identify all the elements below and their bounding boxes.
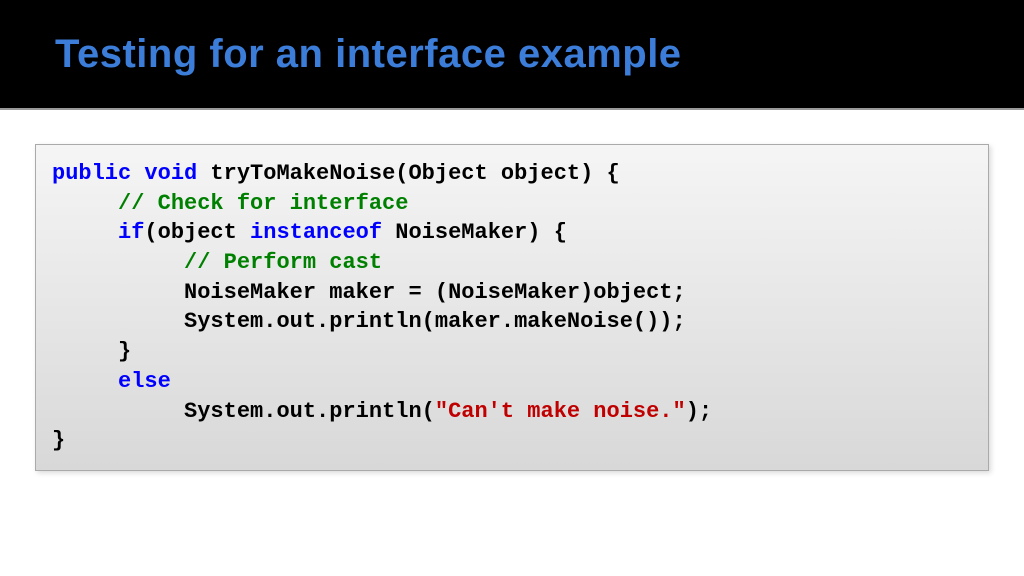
code-text: } xyxy=(52,428,65,453)
code-line-5: NoiseMaker maker = (NoiseMaker)object; xyxy=(52,278,972,308)
slide-header: Testing for an interface example xyxy=(0,0,1024,110)
code-text: NoiseMaker maker = (NoiseMaker)object; xyxy=(184,280,686,305)
slide-content: public void tryToMakeNoise(Object object… xyxy=(0,114,1024,501)
code-line-4: // Perform cast xyxy=(52,248,972,278)
code-line-2: // Check for interface xyxy=(52,189,972,219)
code-line-7: } xyxy=(52,337,972,367)
indent xyxy=(52,399,184,424)
code-text: tryToMakeNoise(Object object) { xyxy=(197,161,619,186)
keyword-void: void xyxy=(144,161,197,186)
code-line-8: else xyxy=(52,367,972,397)
code-line-3: if(object instanceof NoiseMaker) { xyxy=(52,218,972,248)
code-line-1: public void tryToMakeNoise(Object object… xyxy=(52,159,972,189)
keyword-instanceof: instanceof xyxy=(250,220,382,245)
comment: // Perform cast xyxy=(184,250,382,275)
indent xyxy=(52,191,118,216)
code-text: ); xyxy=(686,399,712,424)
indent xyxy=(52,280,184,305)
indent xyxy=(52,369,118,394)
indent xyxy=(52,250,184,275)
indent xyxy=(52,339,118,364)
string-literal: "Can't make noise." xyxy=(435,399,686,424)
keyword-else: else xyxy=(118,369,171,394)
indent xyxy=(52,309,184,334)
code-line-10: } xyxy=(52,426,972,456)
slide-title: Testing for an interface example xyxy=(55,32,682,77)
code-line-9: System.out.println("Can't make noise."); xyxy=(52,397,972,427)
indent xyxy=(52,220,118,245)
keyword-public: public xyxy=(52,161,131,186)
code-block: public void tryToMakeNoise(Object object… xyxy=(35,144,989,471)
code-text: (object xyxy=(144,220,250,245)
code-line-6: System.out.println(maker.makeNoise()); xyxy=(52,307,972,337)
code-text: System.out.println(maker.makeNoise()); xyxy=(184,309,686,334)
comment: // Check for interface xyxy=(118,191,408,216)
code-text: System.out.println( xyxy=(184,399,435,424)
keyword-if: if xyxy=(118,220,144,245)
code-text: } xyxy=(118,339,131,364)
code-text: NoiseMaker) { xyxy=(382,220,567,245)
